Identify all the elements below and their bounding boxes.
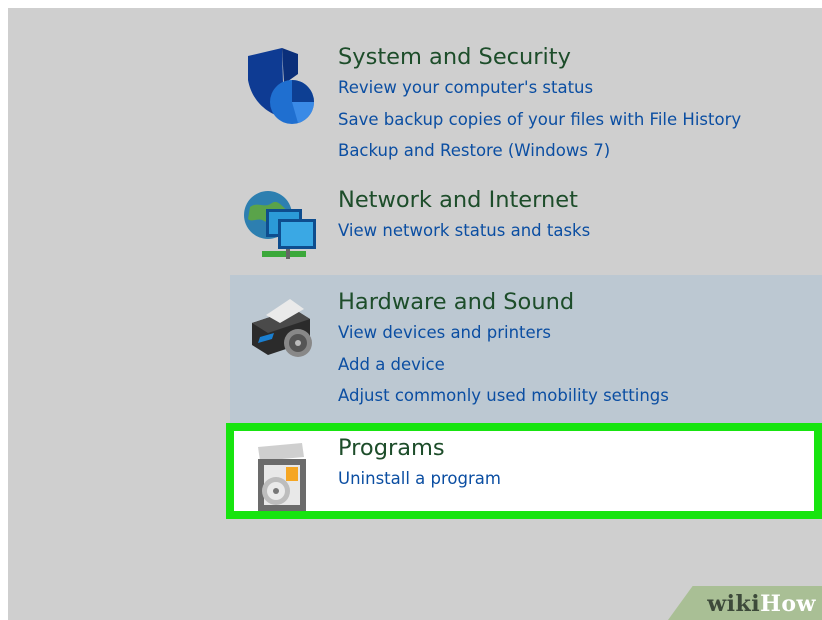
wikihow-watermark: wikiHow — [668, 586, 822, 620]
wikihow-logo: wikiHow — [707, 591, 816, 617]
category-programs: Programs Uninstall a program — [226, 423, 822, 519]
system-and-security-title[interactable]: System and Security — [338, 42, 741, 72]
hardware-and-sound-title[interactable]: Hardware and Sound — [338, 287, 669, 317]
programs-title[interactable]: Programs — [338, 433, 501, 463]
shield-icon[interactable] — [238, 44, 322, 128]
link-devices-printers[interactable]: View devices and printers — [338, 317, 669, 349]
category-system-and-security: System and Security Review your computer… — [230, 42, 822, 182]
wikihow-logo-part1: wiki — [707, 591, 761, 617]
link-review-status[interactable]: Review your computer's status — [338, 72, 741, 104]
network-and-internet-title[interactable]: Network and Internet — [338, 185, 590, 215]
link-network-status[interactable]: View network status and tasks — [338, 215, 590, 247]
network-icon[interactable] — [238, 187, 322, 271]
link-add-device[interactable]: Add a device — [338, 349, 669, 381]
category-hardware-and-sound: Hardware and Sound View devices and prin… — [230, 275, 822, 423]
control-panel-window: System and Security Review your computer… — [8, 8, 822, 620]
link-uninstall-program[interactable]: Uninstall a program — [338, 463, 501, 495]
link-mobility-settings[interactable]: Adjust commonly used mobility settings — [338, 380, 669, 412]
link-file-history[interactable]: Save backup copies of your files with Fi… — [338, 104, 741, 136]
printer-icon[interactable] — [238, 289, 322, 373]
link-backup-restore[interactable]: Backup and Restore (Windows 7) — [338, 135, 741, 167]
programs-icon[interactable] — [244, 437, 328, 521]
wikihow-logo-part2: How — [760, 591, 816, 617]
category-network-and-internet: Network and Internet View network status… — [230, 187, 822, 273]
